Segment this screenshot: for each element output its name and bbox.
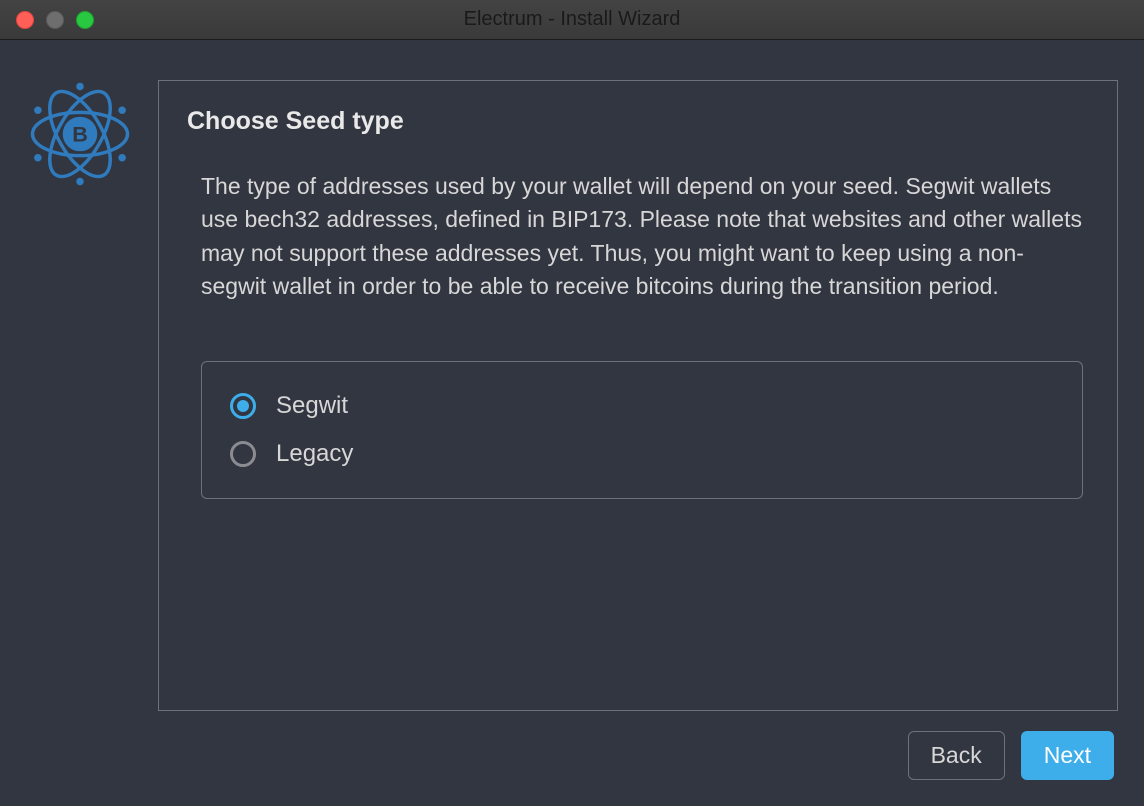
panel-description: The type of addresses used by your walle… [187,170,1089,303]
titlebar[interactable]: Electrum - Install Wizard [0,0,1144,40]
radio-label: Legacy [276,440,353,468]
back-button[interactable]: Back [908,731,1005,780]
radio-option-legacy[interactable]: Legacy [226,430,1058,478]
electrum-logo-icon: B [26,80,134,188]
main-row: B Choose Seed type The type of addresses… [26,80,1118,711]
svg-text:B: B [72,122,88,147]
button-row: Back Next [26,731,1118,780]
radio-label: Segwit [276,392,348,420]
content-area: B Choose Seed type The type of addresses… [0,40,1144,806]
maximize-window-button[interactable] [76,11,94,29]
traffic-lights [16,11,94,29]
radio-selected-icon [230,393,256,419]
wizard-panel: Choose Seed type The type of addresses u… [158,80,1118,711]
panel-heading: Choose Seed type [187,107,1089,136]
window-title: Electrum - Install Wizard [0,8,1144,31]
logo-column: B [26,80,136,711]
radio-option-segwit[interactable]: Segwit [226,382,1058,430]
radio-unselected-icon [230,441,256,467]
next-button[interactable]: Next [1021,731,1114,780]
close-window-button[interactable] [16,11,34,29]
minimize-window-button[interactable] [46,11,64,29]
install-wizard-window: Electrum - Install Wizard B [0,0,1144,806]
seed-type-radio-group: Segwit Legacy [201,361,1083,499]
